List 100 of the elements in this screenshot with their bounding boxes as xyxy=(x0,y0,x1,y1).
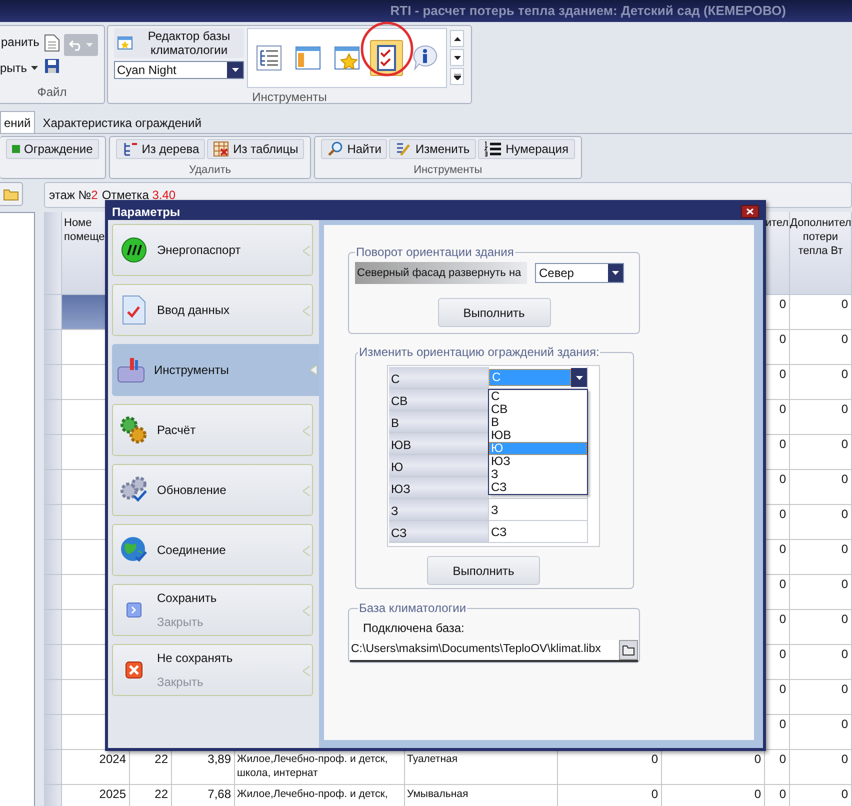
table-cell: 22 xyxy=(130,785,172,806)
execute-button[interactable]: Выполнить xyxy=(438,298,550,327)
direction-label: Ю xyxy=(389,455,488,477)
expand-icon xyxy=(454,74,460,80)
toolbar-button[interactable]: Из дерева xyxy=(116,139,206,159)
scroll-up-button[interactable] xyxy=(450,30,464,47)
direction-label: З xyxy=(389,499,488,521)
table-cell: Жилое,Лечебно-проф. и детск, xyxy=(235,785,405,806)
field-label: Северный фасад развернуть на xyxy=(355,262,527,284)
direction-label: ЮВ xyxy=(389,433,488,455)
theme-combo[interactable]: Cyan Night xyxy=(114,61,244,79)
table-cell: 0 xyxy=(790,680,852,715)
mark-label: Отметка 3.40 xyxy=(102,187,176,204)
toolbox-icon xyxy=(116,356,146,384)
caret-icon xyxy=(232,68,238,72)
dropdown-option[interactable]: С xyxy=(489,390,587,403)
table-cell: 0 xyxy=(790,400,852,435)
group-title: Изменить ориентацию ограждений здания: xyxy=(358,344,600,361)
nav-item[interactable]: Не сохранять Закрыть xyxy=(112,644,313,696)
gallery-item[interactable] xyxy=(370,40,403,76)
nav-item[interactable]: Соединение xyxy=(112,524,313,576)
arrow-square-icon xyxy=(126,602,142,618)
direction-label: С xyxy=(389,367,488,389)
group-label: Инструменты xyxy=(414,162,482,178)
tab[interactable]: ений xyxy=(0,111,35,133)
caret-up-icon xyxy=(454,36,460,40)
field-label: Подключена база: xyxy=(363,620,466,637)
toolbar-button[interactable]: Из таблицы xyxy=(207,139,304,159)
caret-icon xyxy=(576,376,582,380)
group-label: Файл xyxy=(36,84,68,101)
table-cell: 0 xyxy=(790,785,852,806)
direction-combo[interactable]: Север xyxy=(535,263,624,283)
numbered-list-icon xyxy=(484,141,502,157)
table-cell: 0 xyxy=(790,470,852,505)
search-icon xyxy=(327,141,344,157)
caret-icon xyxy=(612,271,619,275)
table-cell: 0 xyxy=(790,715,852,750)
table-cell: 2025 xyxy=(62,785,130,806)
table-cell: 0 xyxy=(558,785,662,806)
badge-icon xyxy=(120,236,148,264)
tree-list-icon xyxy=(254,43,284,73)
toolbar-button[interactable]: Нумерация xyxy=(478,139,574,159)
open-folder-button[interactable] xyxy=(0,182,23,206)
dropdown-option[interactable]: ЮВ xyxy=(489,429,587,442)
table-cell: 0 xyxy=(765,750,790,785)
toolbar-button[interactable]: Изменить xyxy=(389,139,476,159)
dropdown-option[interactable]: З xyxy=(489,468,587,481)
table-cell: 0 xyxy=(790,295,852,330)
climate-editor-button[interactable]: Редактор базы климатологии xyxy=(114,28,244,58)
pointer-icon xyxy=(303,666,310,676)
dropdown-option[interactable]: В xyxy=(489,416,587,429)
execute-button[interactable]: Выполнить xyxy=(427,556,540,585)
column-header: Дополнител потери тепла Вт xyxy=(790,212,852,295)
folder-icon xyxy=(622,644,636,656)
browse-button[interactable] xyxy=(619,640,638,660)
table-cell: Умывальная xyxy=(405,785,558,806)
save-button[interactable]: ранить xyxy=(0,30,40,54)
tab[interactable]: Характеристика ограждений xyxy=(34,113,210,133)
caret-icon xyxy=(86,43,94,47)
tree-icon xyxy=(122,141,138,157)
nav-item[interactable]: Расчёт xyxy=(112,404,313,456)
group-title: Поворот ориентации здания xyxy=(355,244,515,261)
group-title: База климатологии xyxy=(358,600,468,617)
direction-value: З xyxy=(490,502,498,518)
table-cell: 0 xyxy=(790,575,852,610)
window-title: RTI - расчет потерь тепла зданием: Детский сад (КЕМЕРОВО) xyxy=(390,2,786,20)
toolbar-button[interactable]: Ограждение xyxy=(6,139,99,159)
nav-item[interactable]: Сохранить Закрыть xyxy=(112,584,313,636)
save-icon[interactable] xyxy=(44,58,60,74)
close-icon xyxy=(746,208,754,215)
direction-value: СЗ xyxy=(490,524,507,540)
direction-label: СЗ xyxy=(389,521,488,543)
nav-item[interactable]: Ввод данных xyxy=(112,284,313,336)
direction-label: В xyxy=(389,411,488,433)
nav-item[interactable]: Энергопаспорт xyxy=(112,224,313,276)
pointer-icon xyxy=(303,546,310,556)
more-button[interactable] xyxy=(450,68,464,85)
pointer-icon xyxy=(303,426,310,436)
path-field[interactable]: C:\Users\maksim\Documents\TeploOV\klimat.libx xyxy=(350,640,638,662)
gears-icon xyxy=(119,415,149,445)
dropdown-option[interactable]: СВ xyxy=(489,403,587,416)
nav-item[interactable]: Инструменты xyxy=(112,344,319,396)
pointer-icon xyxy=(310,365,317,375)
table-cell: 0 xyxy=(790,505,852,540)
new-document-icon[interactable] xyxy=(44,34,60,52)
table-cell: 0 xyxy=(790,435,852,470)
pointer-icon xyxy=(303,486,310,496)
close-button[interactable] xyxy=(741,205,759,218)
scroll-down-button[interactable] xyxy=(450,49,464,66)
pointer-icon xyxy=(303,306,310,316)
dropdown-option[interactable]: ЮЗ xyxy=(489,455,587,468)
folder-icon xyxy=(3,188,19,200)
toolbar-button[interactable]: Найти xyxy=(321,139,388,159)
close-square-icon xyxy=(125,661,143,679)
open-button[interactable]: рыть xyxy=(0,56,40,80)
table-cell: 0 xyxy=(790,330,852,365)
table-cell: 0 xyxy=(790,750,852,785)
square-icon xyxy=(12,145,20,153)
caret-icon xyxy=(31,66,38,70)
nav-item[interactable]: Обновление xyxy=(112,464,313,516)
